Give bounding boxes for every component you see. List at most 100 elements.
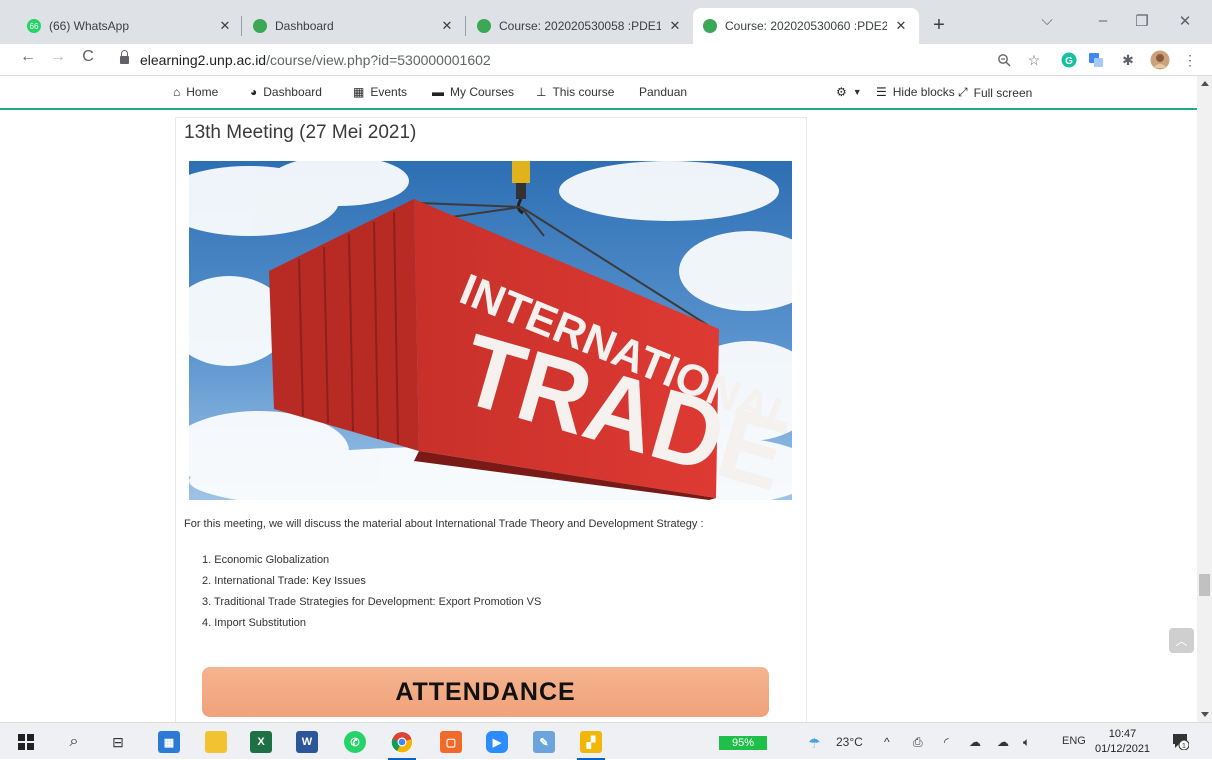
moodle-navbar: ⌂ Home ◕ Dashboard ▦ Events ▬ My Courses ⊥ Th… — [0, 76, 1197, 110]
tab-dashboard[interactable]: Dashboard ✕ — [243, 8, 465, 44]
expand-icon: ⤢ — [958, 85, 968, 99]
hide-blocks-button[interactable]: ☰ Hide blocks — [876, 85, 955, 99]
full-screen-button[interactable]: ⤢ Full screen — [958, 85, 1032, 100]
outdent-icon: ☰ — [876, 85, 887, 99]
chevron-up-icon: ︿ — [1175, 634, 1188, 648]
task-view-icon[interactable]: ⊟ — [107, 731, 129, 753]
clock-time: 10:47 — [1108, 728, 1137, 740]
scrollbar-thumb[interactable] — [1199, 574, 1210, 596]
hide-blocks-label: Hide blocks — [892, 85, 955, 99]
svg-text:G: G — [1065, 56, 1073, 67]
sticky-notes-icon[interactable]: ▞ — [577, 731, 605, 760]
tab-title: Course: 202020530060 :PDE2.61. — [725, 19, 887, 33]
excel-icon[interactable]: X — [250, 731, 272, 753]
nav-my-courses[interactable]: ▬ My Courses — [432, 85, 514, 99]
extensions-puzzle-icon[interactable]: ✱ — [1118, 50, 1138, 70]
zoom-app-icon[interactable]: ▶ — [486, 731, 508, 753]
url-path: /course/view.php?id=530000001602 — [266, 52, 491, 68]
whatsapp-taskbar-icon[interactable]: ✆ — [344, 731, 366, 753]
settings-menu[interactable]: ⚙ ▼ — [836, 85, 862, 99]
volume-icon[interactable]: 🔈︎ — [1023, 735, 1030, 750]
nav-label: Home — [186, 85, 219, 99]
moodle-favicon-icon — [253, 19, 267, 33]
tab-course-pde2[interactable]: Course: 202020530060 :PDE2.61. ✕ — [693, 8, 919, 44]
close-tab-icon[interactable]: ✕ — [439, 18, 455, 34]
briefcase-icon: ▬ — [432, 85, 444, 99]
nav-home[interactable]: ⌂ Home — [173, 85, 218, 99]
notification-center-icon[interactable]: 1 — [1171, 732, 1190, 751]
back-to-top-button[interactable]: ︿ — [1169, 628, 1194, 653]
nav-this-course[interactable]: ⊥ This course — [536, 85, 614, 99]
battery-indicator[interactable]: 95% — [719, 736, 767, 750]
forward-arrow-icon[interactable]: → — [47, 48, 69, 66]
nav-label: Panduan — [639, 85, 688, 99]
wifi-icon[interactable]: ◜ — [944, 735, 949, 749]
sitemap-icon: ⊥ — [536, 85, 547, 99]
lock-icon[interactable] — [120, 50, 129, 64]
translate-extension-icon[interactable] — [1086, 50, 1106, 70]
address-bar[interactable]: elearning2.unp.ac.id/course/view.php?id=… — [140, 52, 491, 68]
temperature-label[interactable]: 23°C — [836, 735, 863, 749]
tab-separator — [465, 16, 466, 36]
windows-taskbar: ⌕ ⊟ ▦ X W ✆ ▢ ▶ ✎ ▞ 95% ☂ 23°C ^ ⎙ ◜ ☁ ☁… — [0, 722, 1212, 760]
tab-title: (66) WhatsApp — [49, 19, 130, 33]
notification-count: 1 — [1182, 743, 1186, 750]
weather-icon[interactable]: ☂ — [808, 735, 821, 752]
onedrive-icon[interactable]: ☁ — [997, 735, 1009, 749]
window-close-icon[interactable]: ✕ — [1175, 12, 1195, 30]
chrome-icon[interactable] — [388, 731, 416, 760]
close-tab-icon[interactable]: ✕ — [667, 18, 683, 34]
moodle-favicon-icon — [703, 19, 717, 33]
list-item: 3. Traditional Trade Strategies for Deve… — [202, 596, 542, 608]
page-scrollbar[interactable] — [1197, 76, 1212, 722]
meet-now-icon[interactable]: ⎙ — [913, 735, 923, 750]
search-icon[interactable]: ⌕ — [63, 731, 85, 753]
file-explorer-icon[interactable] — [205, 731, 227, 753]
close-tab-icon[interactable]: ✕ — [893, 18, 909, 34]
back-arrow-icon[interactable]: ← — [17, 48, 39, 66]
tab-title: Course: 202020530058 :PDE1.61. — [499, 19, 661, 33]
office-icon[interactable]: ▢ — [440, 731, 462, 753]
caret-down-icon: ▼ — [852, 87, 862, 97]
cloud-sync-icon[interactable]: ☁ — [969, 735, 981, 749]
minimize-icon[interactable]: – — [1093, 12, 1113, 29]
nav-dashboard[interactable]: ◕ Dashboard — [250, 85, 322, 99]
nav-panduan[interactable]: Panduan — [639, 85, 687, 99]
nav-label: My Courses — [450, 85, 515, 99]
profile-avatar[interactable] — [1150, 50, 1170, 70]
scroll-up-icon[interactable] — [1201, 81, 1209, 86]
restore-icon[interactable]: ❐ — [1132, 12, 1152, 30]
tab-search-icon[interactable]: ⌵ — [1037, 12, 1057, 29]
section-title: 13th Meeting (27 Mei 2021) — [184, 122, 417, 143]
whatsapp-icon: 66 — [27, 19, 41, 33]
url-host: elearning2.unp.ac.id — [140, 52, 267, 68]
tab-whatsapp[interactable]: 66 (66) WhatsApp ✕ — [17, 8, 243, 44]
list-item: 4. Import Substitution — [202, 617, 306, 629]
browser-menu-icon[interactable]: ⋮ — [1180, 50, 1200, 70]
word-icon[interactable]: W — [296, 731, 318, 753]
calendar-icon: ▦ — [353, 85, 365, 99]
tab-course-pde1[interactable]: Course: 202020530058 :PDE1.61. ✕ — [467, 8, 693, 44]
full-screen-label: Full screen — [973, 85, 1033, 100]
close-tab-icon[interactable]: ✕ — [217, 18, 233, 34]
grammarly-icon[interactable]: G — [1059, 50, 1079, 70]
reload-icon[interactable]: C — [77, 48, 99, 66]
nav-label: This course — [552, 85, 615, 99]
topic-list: 1. Economic Globalization 2. Internation… — [202, 550, 541, 634]
gear-icon: ⚙ — [836, 85, 847, 99]
show-hidden-icons-icon[interactable]: ^ — [884, 735, 890, 749]
moodle-favicon-icon — [477, 19, 491, 33]
nav-events[interactable]: ▦ Events — [353, 85, 407, 99]
scroll-down-icon[interactable] — [1201, 712, 1209, 717]
language-indicator[interactable]: ENG — [1062, 735, 1086, 747]
zoom-icon[interactable] — [994, 50, 1014, 70]
system-clock[interactable]: 10:47 01/12/2021 — [1095, 727, 1150, 757]
windows-start-icon[interactable] — [15, 731, 37, 753]
course-content: 13th Meeting (27 Mei 2021) INTERNATIONAL… — [0, 112, 1197, 722]
new-tab-button[interactable]: + — [928, 14, 950, 37]
international-trade-image: INTERNATIONAL TRADE — [189, 161, 792, 500]
pen-app-icon[interactable]: ✎ — [533, 731, 555, 753]
bookmark-star-icon[interactable]: ☆ — [1024, 50, 1044, 70]
attendance-button[interactable]: ATTENDANCE — [202, 667, 769, 717]
calculator-app-icon[interactable]: ▦ — [158, 731, 180, 753]
